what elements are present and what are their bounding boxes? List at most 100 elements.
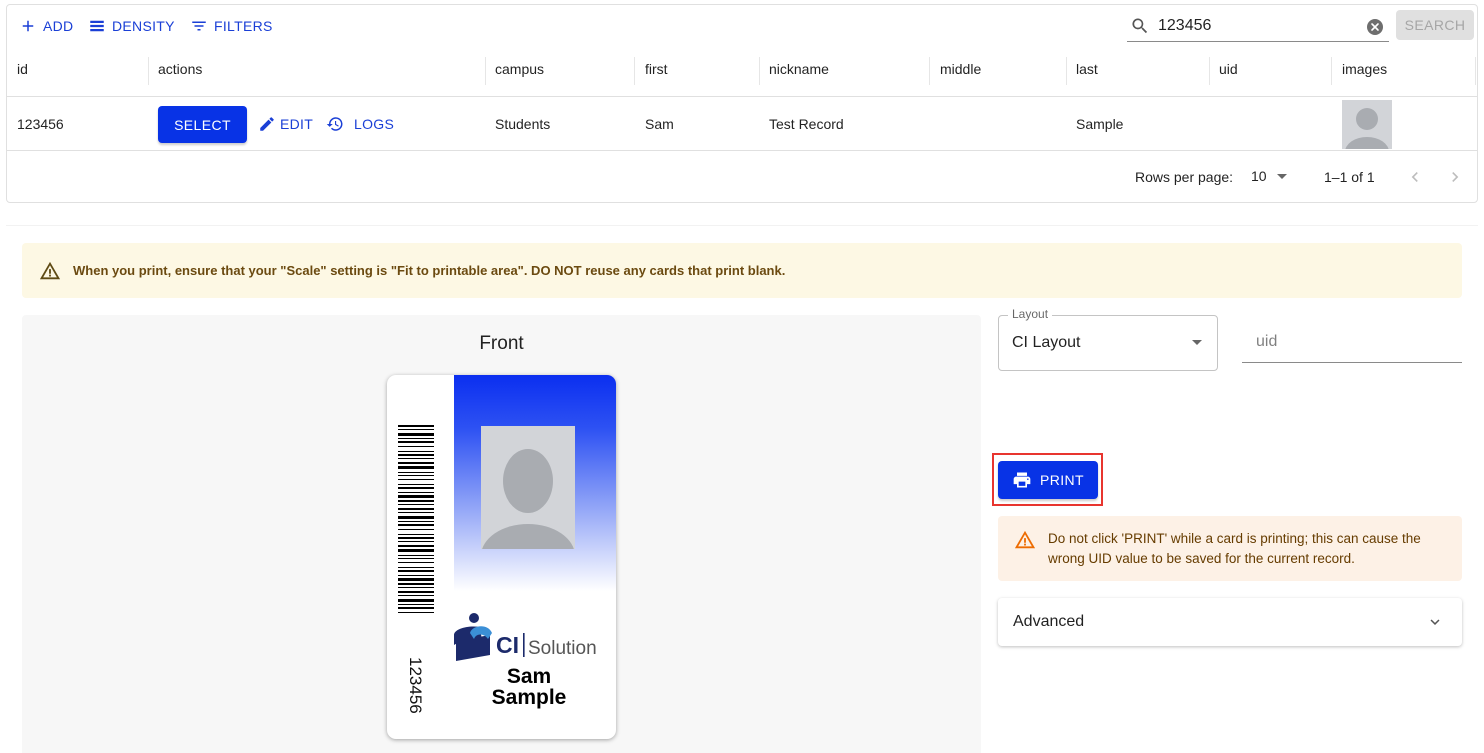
person-placeholder-icon (1345, 108, 1389, 149)
ci-solutions-logo: CI Solutions (452, 611, 606, 667)
barcode-bar (398, 446, 434, 447)
warning-icon (39, 261, 61, 279)
barcode-bar (398, 562, 434, 563)
barcode-bar (398, 508, 434, 510)
column-separator[interactable] (1475, 57, 1476, 85)
column-separator[interactable] (1066, 57, 1067, 85)
barcode-bar (398, 516, 434, 519)
advanced-accordion-label: Advanced (1013, 613, 1085, 630)
cell-id[interactable]: 123456 (17, 116, 64, 132)
column-separator[interactable] (1209, 57, 1210, 85)
barcode-bar (398, 466, 434, 469)
print-button[interactable]: PRINT (998, 461, 1098, 499)
chevron-left-icon[interactable] (1405, 167, 1425, 187)
filter-icon (192, 21, 206, 31)
column-separator[interactable] (1331, 57, 1332, 85)
edit-button-label: EDIT (280, 116, 314, 132)
barcode-bar (398, 429, 434, 430)
column-header-id[interactable]: id (17, 61, 28, 77)
column-header-campus[interactable]: campus (495, 61, 544, 77)
column-header-first[interactable]: first (645, 61, 668, 77)
search-input[interactable] (1158, 17, 1358, 35)
print-scale-alert-text: When you print, ensure that your "Scale"… (73, 263, 786, 278)
barcode-bar (398, 504, 434, 505)
chevron-right-icon[interactable] (1445, 167, 1465, 187)
caret-down-icon (1276, 173, 1287, 179)
barcode (398, 425, 434, 613)
cell-campus[interactable]: Students (495, 116, 550, 132)
barcode-bar (398, 578, 434, 581)
column-header-actions[interactable]: actions (158, 61, 202, 77)
barcode-bar (398, 545, 434, 547)
card-id-number: 123456 (406, 657, 425, 714)
advanced-accordion[interactable]: Advanced (998, 598, 1462, 646)
cell-first[interactable]: Sam (645, 116, 674, 132)
warning-icon (1014, 530, 1036, 549)
print-scale-alert: When you print, ensure that your "Scale"… (22, 243, 1462, 298)
header-divider (7, 96, 1477, 97)
logo-ci-text: CI (496, 632, 519, 658)
select-button[interactable]: SELECT (158, 106, 247, 143)
barcode-bar (398, 458, 434, 459)
cell-nickname[interactable]: Test Record (769, 116, 844, 132)
column-separator[interactable] (929, 57, 930, 85)
barcode-bar (398, 487, 434, 489)
logs-button[interactable]: LOGS (326, 115, 394, 133)
row-divider (7, 150, 1477, 151)
barcode-bar (398, 583, 434, 585)
barcode-bar (398, 475, 434, 476)
person-placeholder-icon (482, 449, 574, 549)
rows-per-page-label: Rows per page: (1135, 169, 1234, 185)
caret-down-icon[interactable] (1192, 340, 1202, 345)
plus-icon (22, 20, 34, 32)
layout-select-label: Layout (1008, 307, 1053, 321)
print-warning-alert: Do not click 'PRINT' while a card is pri… (998, 516, 1462, 581)
barcode-bar (398, 587, 434, 588)
rows-per-page-select[interactable]: 10 (1251, 168, 1287, 184)
barcode-bar (398, 541, 434, 542)
barcode-bar (398, 472, 434, 473)
column-header-last[interactable]: last (1076, 61, 1098, 77)
column-separator[interactable] (759, 57, 760, 85)
barcode-bar (398, 479, 434, 480)
barcode-bar (398, 462, 434, 464)
barcode-bar (398, 555, 434, 556)
uid-input[interactable] (1256, 333, 1446, 351)
column-separator[interactable] (634, 57, 635, 85)
barcode-bar (398, 521, 434, 522)
data-grid: ADD DENSITY FILTERS SEARCH id actions ca… (6, 4, 1478, 203)
filters-button[interactable]: FILTERS (190, 16, 273, 36)
printer-icon (1013, 472, 1031, 488)
barcode-bar (398, 595, 434, 596)
barcode-bar (398, 607, 434, 609)
search-button[interactable]: SEARCH (1396, 10, 1474, 40)
search-icon (1132, 18, 1148, 34)
column-separator[interactable] (148, 57, 149, 85)
edit-button[interactable]: EDIT (258, 115, 313, 133)
chevron-down-icon[interactable] (1426, 613, 1444, 631)
column-header-images[interactable]: images (1342, 61, 1387, 77)
cell-last[interactable]: Sample (1076, 116, 1123, 132)
barcode-bar (398, 591, 434, 593)
pencil-icon (260, 117, 274, 131)
barcode-bar (398, 612, 434, 613)
column-separator[interactable] (485, 57, 486, 85)
barcode-bar (398, 495, 434, 498)
barcode-bar (398, 433, 434, 436)
column-header-nickname[interactable]: nickname (769, 61, 829, 77)
barcode-bar (398, 604, 434, 605)
pagination-range: 1–1 of 1 (1324, 169, 1375, 185)
clear-search-icon[interactable] (1367, 19, 1383, 35)
density-button[interactable]: DENSITY (88, 16, 175, 36)
barcode-bar (398, 441, 434, 443)
barcode-bar (398, 492, 434, 493)
column-header-uid[interactable]: uid (1219, 61, 1238, 77)
column-header-middle[interactable]: middle (940, 61, 981, 77)
add-button[interactable]: ADD (19, 16, 73, 36)
card-holder-name: Sam Sample (454, 666, 604, 708)
ci-logo-icon: CI Solutions (454, 613, 606, 661)
barcode-bar (398, 512, 434, 513)
barcode-bar (398, 438, 434, 439)
uid-field (1242, 325, 1462, 363)
barcode-bar (398, 484, 434, 485)
